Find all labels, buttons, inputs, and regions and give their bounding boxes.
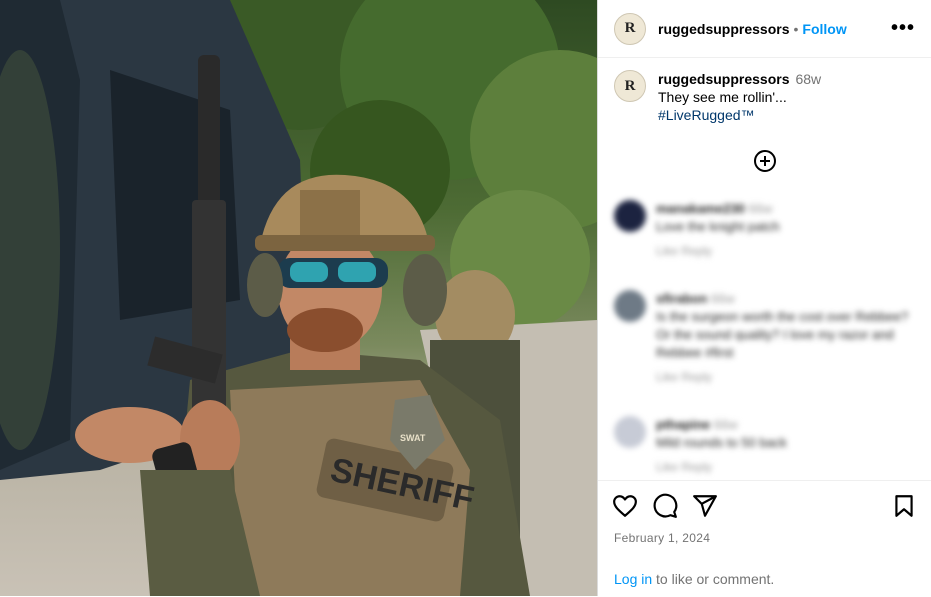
comment-body: pthapine 66w Mild rounds to 50 back Like R… bbox=[656, 416, 787, 476]
comment-item: pthapine 66w Mild rounds to 50 back Like R… bbox=[614, 416, 915, 476]
caption-body: ruggedsuppressors 68w They see me rollin'… bbox=[658, 70, 821, 124]
avatar-logo: R bbox=[624, 20, 636, 36]
login-prompt: Log in to like or comment. bbox=[614, 571, 774, 587]
comment-actions[interactable]: Like Reply bbox=[656, 458, 787, 476]
comment-item: sfirabon 66w Is the surgeon worth the cos… bbox=[614, 290, 915, 386]
profile-avatar[interactable]: R bbox=[614, 12, 646, 45]
comment-list: manakame230 66w Love the knight patch Like… bbox=[614, 200, 915, 506]
comment-username[interactable]: sfirabon bbox=[656, 291, 707, 306]
post-header: R ruggedsuppressors • Follow ••• bbox=[598, 0, 931, 58]
caption-username[interactable]: ruggedsuppressors bbox=[658, 71, 789, 87]
photo-illustration: SHERIFF SWAT bbox=[0, 0, 597, 596]
comment-actions[interactable]: Like Reply bbox=[656, 368, 915, 386]
load-more-comments bbox=[598, 150, 931, 172]
action-bar: February 1, 2024 Log in to like or comme… bbox=[598, 480, 931, 597]
caption-text: They see me rollin'... bbox=[658, 89, 787, 105]
post-date: February 1, 2024 bbox=[614, 531, 711, 545]
follow-button[interactable]: Follow bbox=[802, 21, 846, 37]
comment-age: 66w bbox=[710, 291, 735, 306]
comment-avatar[interactable] bbox=[614, 200, 646, 232]
caption: R ruggedsuppressors 68w They see me rolli… bbox=[598, 58, 931, 124]
comment-username[interactable]: pthapine bbox=[656, 417, 710, 432]
heart-icon[interactable] bbox=[612, 493, 638, 519]
comment-avatar[interactable] bbox=[614, 416, 646, 448]
login-link[interactable]: Log in bbox=[614, 571, 652, 587]
avatar-logo: R bbox=[624, 77, 636, 94]
bookmark-icon[interactable] bbox=[891, 493, 917, 519]
post-sidebar: R ruggedsuppressors • Follow ••• R rugge… bbox=[597, 0, 931, 596]
comment-actions[interactable]: Like Reply bbox=[656, 242, 780, 260]
comment-body: manakame230 66w Love the knight patch Like… bbox=[656, 200, 780, 260]
more-options-icon[interactable]: ••• bbox=[891, 17, 915, 40]
comment-age: 66w bbox=[748, 201, 773, 216]
post-photo[interactable]: SHERIFF SWAT bbox=[0, 0, 597, 596]
comment-username[interactable]: manakame230 bbox=[656, 201, 745, 216]
login-prompt-text: to like or comment. bbox=[652, 571, 775, 587]
comment-icon[interactable] bbox=[652, 493, 678, 519]
comment-item: manakame230 66w Love the knight patch Like… bbox=[614, 200, 915, 260]
separator-dot: • bbox=[793, 20, 799, 37]
comment-text: Mild rounds to 50 back bbox=[656, 435, 787, 450]
post-viewer: SHERIFF SWAT R ruggedsuppressors • Follo… bbox=[0, 0, 931, 596]
caption-avatar[interactable]: R bbox=[614, 70, 646, 102]
comment-text: Is the surgeon worth the cost over Rebbe… bbox=[656, 309, 909, 360]
username-link[interactable]: ruggedsuppressors bbox=[658, 21, 789, 37]
action-icons bbox=[598, 481, 931, 519]
caption-age: 68w bbox=[795, 71, 822, 87]
add-circle-icon[interactable] bbox=[753, 150, 776, 172]
comment-age: 66w bbox=[713, 417, 738, 432]
comment-avatar[interactable] bbox=[614, 290, 646, 322]
hashtag-link[interactable]: #LiveRugged™ bbox=[658, 106, 821, 124]
swat-badge-text: SWAT bbox=[400, 433, 426, 443]
comment-text: Love the knight patch bbox=[656, 219, 780, 234]
share-icon[interactable] bbox=[692, 493, 718, 519]
comment-body: sfirabon 66w Is the surgeon worth the cos… bbox=[656, 290, 915, 386]
